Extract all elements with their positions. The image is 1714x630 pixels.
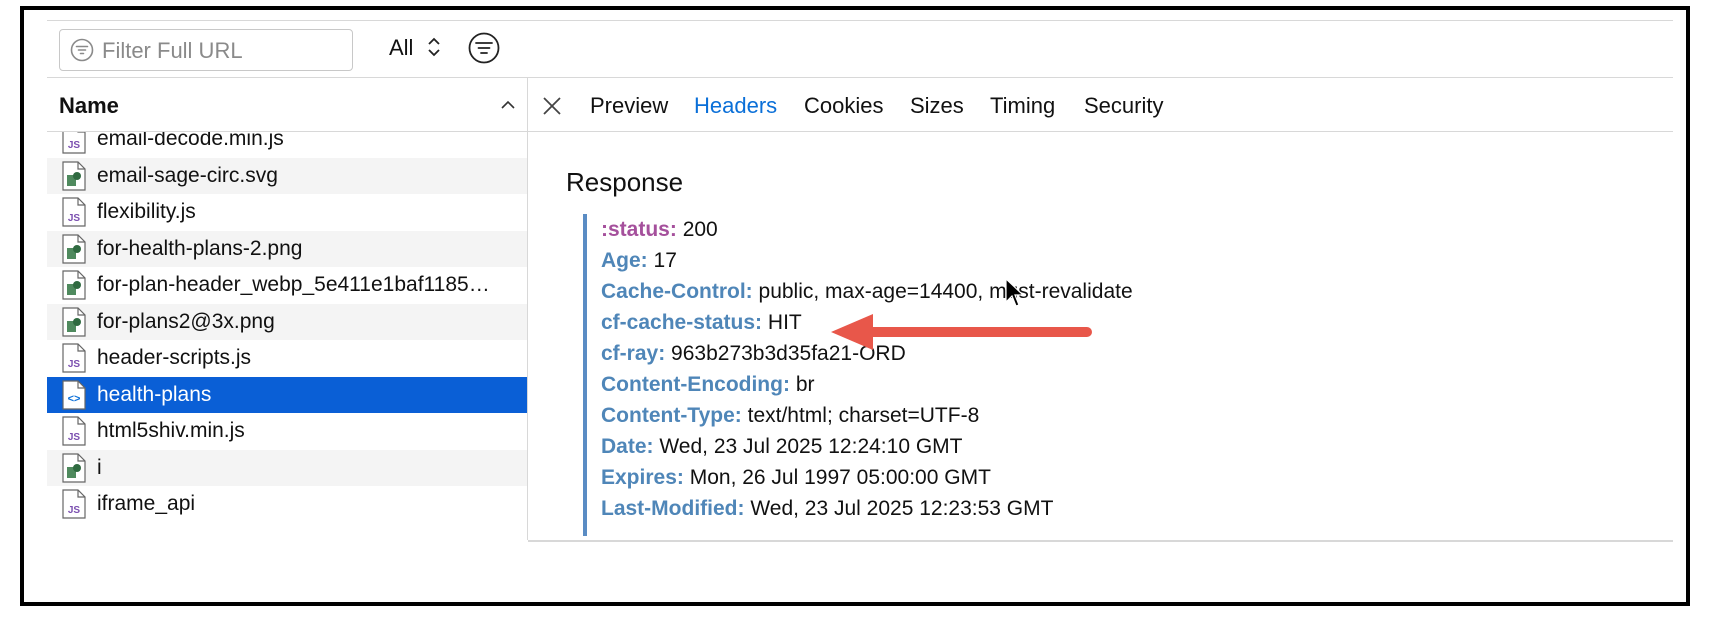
details-bottom-border	[528, 540, 1673, 542]
header-key: Age:	[601, 249, 648, 272]
list-item-name: email-decode.min.js	[97, 132, 284, 151]
list-item[interactable]: for-plans2@3x.png	[47, 303, 527, 340]
list-item-name: i	[97, 455, 102, 479]
list-item-name: for-plan-header_webp_5e411e1baf1185…	[97, 273, 490, 297]
list-item-name: email-sage-circ.svg	[97, 163, 278, 187]
header-key: Content-Encoding:	[601, 373, 790, 396]
list-item-name: for-plans2@3x.png	[97, 309, 275, 333]
list-item[interactable]: JS email-decode.min.js	[47, 132, 527, 158]
document-icon: <>	[62, 380, 86, 410]
js-file-icon: JS	[62, 416, 86, 446]
image-file-icon	[62, 307, 86, 337]
header-value: br	[795, 373, 815, 396]
list-item[interactable]: i	[47, 449, 527, 486]
list-item[interactable]: JS iframe_api	[47, 486, 527, 523]
sort-ascending-icon[interactable]	[500, 100, 516, 110]
svg-text:JS: JS	[68, 432, 81, 443]
header-row: Content-Type: text/html; charset=UTF-8	[601, 404, 979, 428]
header-value: 17	[653, 249, 677, 272]
list-item-name: health-plans	[97, 382, 212, 406]
header-row: Content-Encoding: br	[601, 373, 815, 397]
header-row: Expires: Mon, 26 Jul 1997 05:00:00 GMT	[601, 466, 991, 490]
header-value: public, max-age=14400, must-revalidate	[758, 280, 1133, 303]
svg-text:JS: JS	[68, 359, 81, 370]
header-row: Last-Modified: Wed, 23 Jul 2025 12:23:53…	[601, 497, 1053, 521]
header-key: Cache-Control:	[601, 280, 753, 303]
list-item[interactable]: JS flexibility.js	[47, 194, 527, 231]
header-key: Last-Modified:	[601, 497, 745, 520]
annotation-arrow	[831, 314, 1092, 350]
svg-text:JS: JS	[68, 140, 81, 151]
list-item[interactable]: JS html5shiv.min.js	[47, 413, 527, 450]
details-pane: Preview Headers Cookies Sizes Timing Sec…	[528, 78, 1673, 540]
chevron-up-down-icon[interactable]	[427, 33, 441, 61]
mouse-cursor-icon	[1005, 278, 1025, 307]
filter-url-input[interactable]	[100, 36, 344, 66]
image-file-icon	[62, 453, 86, 483]
list-item-name: iframe_api	[97, 492, 196, 516]
js-file-icon: JS	[62, 132, 86, 154]
image-file-icon	[62, 234, 86, 264]
list-item-name: header-scripts.js	[97, 346, 252, 370]
resource-scope-select[interactable]: All	[389, 35, 413, 61]
header-key: cf-cache-status:	[601, 311, 763, 334]
list-item[interactable]: JS header-scripts.js	[47, 340, 527, 377]
web-inspector-network: All Name JS email-decode.min.js email-sage…	[47, 20, 1673, 592]
tab-preview[interactable]: Preview	[590, 93, 668, 119]
header-key: Expires:	[601, 466, 684, 489]
name-column-header[interactable]: Name	[47, 78, 527, 132]
list-item[interactable]: email-sage-circ.svg	[47, 157, 527, 194]
header-value: 200	[682, 218, 718, 241]
header-key: :status:	[601, 218, 677, 241]
resource-list: JS email-decode.min.js email-sage-circ.svg…	[47, 132, 527, 536]
header-row: Cache-Control: public, max-age=14400, mu…	[601, 280, 1133, 304]
list-item-name: flexibility.js	[97, 200, 196, 224]
image-file-icon	[62, 161, 86, 191]
header-row: :status: 200	[601, 218, 718, 242]
tab-sizes[interactable]: Sizes	[910, 93, 964, 119]
header-value: HIT	[767, 311, 802, 334]
header-row: cf-cache-status: HIT	[601, 311, 802, 335]
header-value: Mon, 26 Jul 1997 05:00:00 GMT	[689, 466, 991, 489]
name-column-title: Name	[59, 93, 119, 118]
header-value: Wed, 23 Jul 2025 12:24:10 GMT	[659, 435, 963, 458]
header-key: cf-ray:	[601, 342, 666, 365]
list-item-name: for-health-plans-2.png	[97, 236, 303, 260]
tab-security[interactable]: Security	[1084, 93, 1163, 119]
response-section-title: Response	[566, 167, 684, 197]
header-value: text/html; charset=UTF-8	[747, 404, 980, 427]
list-item[interactable]: for-health-plans-2.png	[47, 230, 527, 267]
network-toolbar: All	[47, 20, 1673, 78]
headers-content: Response :status: 200 Age: 17 Cache-Contro…	[528, 132, 1673, 536]
header-row: Date: Wed, 23 Jul 2025 12:24:10 GMT	[601, 435, 963, 459]
header-value: Wed, 23 Jul 2025 12:23:53 GMT	[750, 497, 1054, 520]
tab-timing[interactable]: Timing	[990, 93, 1055, 119]
tab-headers[interactable]: Headers	[694, 93, 777, 119]
details-tab-bar: Preview Headers Cookies Sizes Timing Sec…	[528, 78, 1673, 132]
close-icon[interactable]	[542, 96, 562, 116]
header-key: Date:	[601, 435, 654, 458]
svg-text:JS: JS	[68, 505, 81, 516]
list-item[interactable]: for-plan-header_webp_5e411e1baf1185…	[47, 267, 527, 304]
filter-icon	[70, 38, 94, 62]
svg-text:JS: JS	[68, 213, 81, 224]
js-file-icon: JS	[62, 197, 86, 227]
header-key: Content-Type:	[601, 404, 742, 427]
filter-field[interactable]	[59, 29, 353, 71]
list-item-name: html5shiv.min.js	[97, 419, 245, 443]
screenshot-frame: All Name JS email-decode.min.js email-sage…	[20, 6, 1690, 606]
response-headers-list: :status: 200 Age: 17 Cache-Control: public…	[583, 214, 1587, 536]
svg-text:<>: <>	[68, 393, 81, 405]
resource-list-pane: Name JS email-decode.min.js email-sage-cir…	[47, 78, 528, 540]
filter-options-icon[interactable]	[467, 31, 501, 65]
list-item[interactable]: <> health-plans	[47, 376, 527, 413]
tab-cookies[interactable]: Cookies	[804, 93, 883, 119]
header-row: Age: 17	[601, 249, 677, 273]
image-file-icon	[62, 270, 86, 300]
js-file-icon: JS	[62, 489, 86, 519]
js-file-icon: JS	[62, 343, 86, 373]
